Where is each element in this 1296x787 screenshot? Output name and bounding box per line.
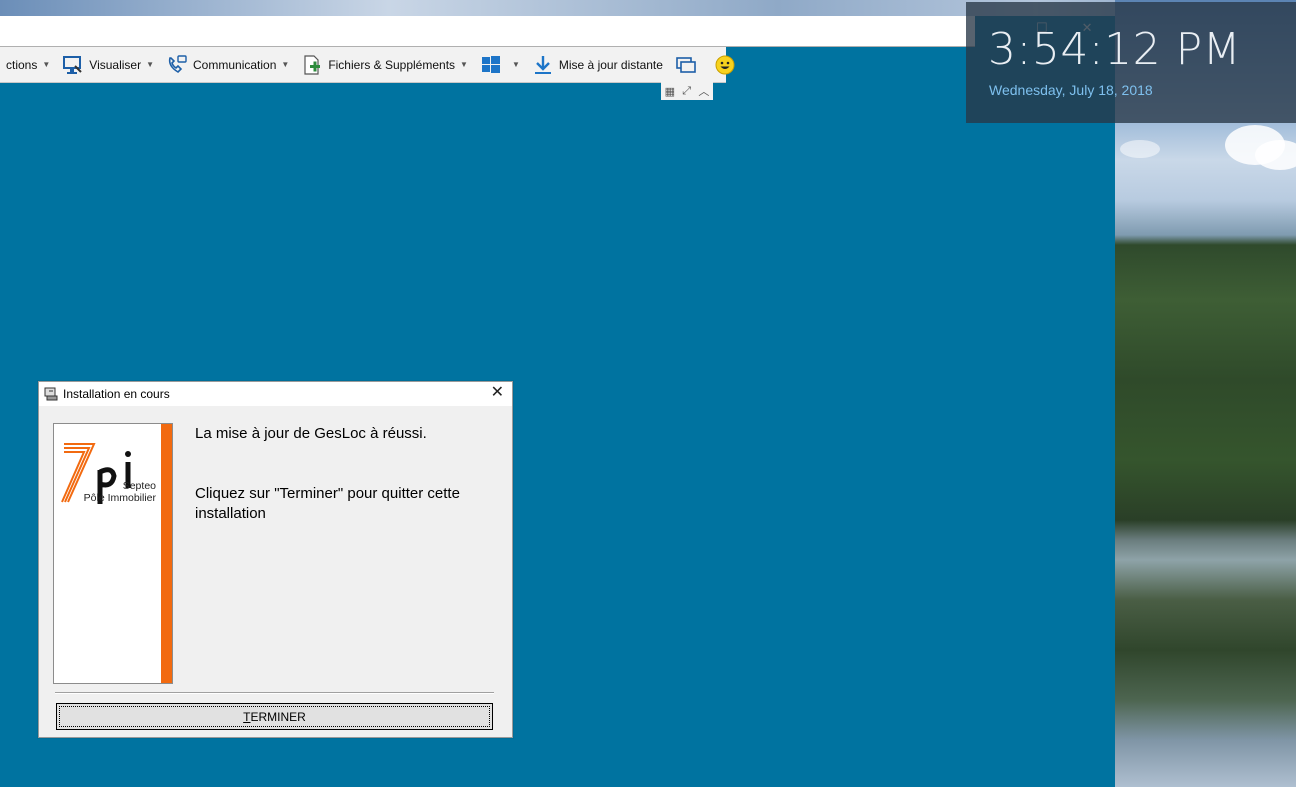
- chevron-down-icon: ▼: [511, 60, 520, 69]
- terminer-button-label: ERMINER: [250, 709, 306, 724]
- terminer-button[interactable]: T ERMINER: [56, 703, 493, 730]
- installer-icon: [43, 386, 59, 402]
- toolbar-item-communication[interactable]: Communication ▼: [160, 47, 295, 82]
- remote-toolbar: ctions ▼ Visualiser ▼ Communication ▼ Fi…: [0, 47, 735, 83]
- dialog-title: Installation en cours: [63, 387, 170, 401]
- toolbar-item-smiley[interactable]: [708, 47, 747, 82]
- toolbar-item-mise-a-jour[interactable]: Mise à jour distante: [526, 47, 669, 82]
- chevron-up-icon[interactable]: ︿: [698, 83, 709, 99]
- dialog-titlebar[interactable]: Installation en cours ✕: [39, 382, 512, 406]
- toolbar-item-fichiers-label: Fichiers & Suppléments: [328, 57, 456, 72]
- logo-text-septeo: Septeo: [122, 480, 156, 492]
- multi-monitor-icon: [675, 54, 697, 76]
- logo-accent-stripe: [161, 424, 172, 683]
- chevron-down-icon: ▼: [42, 60, 51, 69]
- smiley-icon: [714, 54, 736, 76]
- download-icon: [532, 54, 554, 76]
- instruction-message: Cliquez sur "Terminer" pour quitter cett…: [195, 485, 460, 522]
- logo-text-pole: Pôle Immobilier: [83, 492, 156, 504]
- success-message: La mise à jour de GesLoc à réussi.: [195, 425, 427, 442]
- installation-dialog: Installation en cours ✕ Septeo Pôle Immo…: [38, 381, 513, 738]
- phone-icon: [166, 54, 188, 76]
- clock-time: 3:54:12 PM: [988, 24, 1242, 75]
- dialog-separator: [55, 692, 494, 694]
- clock-widget: 3:54:12 PM Wednesday, July 18, 2018: [966, 2, 1296, 123]
- toolbar-item-actions[interactable]: ctions ▼: [0, 47, 56, 82]
- toolbar-item-visualiser[interactable]: Visualiser ▼: [56, 47, 160, 82]
- windows-icon: [480, 54, 502, 76]
- toolbar-item-fichiers[interactable]: Fichiers & Suppléments ▼: [295, 47, 474, 82]
- monitor-icon: [62, 54, 84, 76]
- toolbar-item-screens[interactable]: [669, 47, 708, 82]
- clock-date: Wednesday, July 18, 2018: [989, 82, 1153, 98]
- toolbar-subcontrols: ▦ ⤢ ︿: [661, 82, 713, 100]
- grid-icon[interactable]: ▦: [665, 85, 675, 98]
- file-plus-icon: [301, 54, 323, 76]
- remote-session-bar: [0, 16, 975, 47]
- spi-logo-panel: Septeo Pôle Immobilier: [53, 423, 173, 684]
- toolbar-item-windows[interactable]: ▼: [474, 47, 526, 82]
- toolbar-item-visualiser-label: Visualiser: [89, 57, 142, 72]
- chevron-down-icon: ▼: [146, 60, 155, 69]
- chevron-down-icon: ▼: [281, 60, 290, 69]
- chevron-down-icon: ▼: [460, 60, 468, 69]
- close-icon[interactable]: ✕: [491, 385, 504, 401]
- toolbar-item-communication-label: Communication: [193, 57, 277, 72]
- terminer-button-accelerator: T: [243, 709, 251, 724]
- fullscreen-icon[interactable]: ⤢: [682, 85, 691, 98]
- toolbar-item-mise-a-jour-label: Mise à jour distante: [558, 57, 663, 72]
- toolbar-item-actions-label: ctions: [6, 57, 38, 72]
